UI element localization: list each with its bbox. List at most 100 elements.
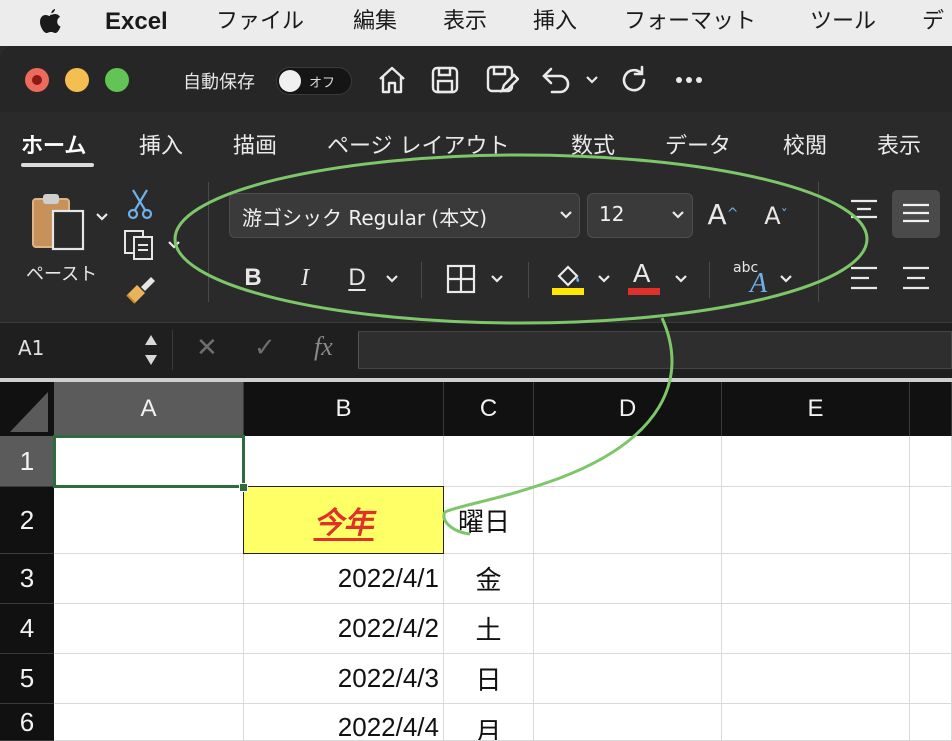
cell-e5[interactable]	[722, 654, 910, 704]
font-name-select[interactable]: 游ゴシック Regular (本文)	[229, 193, 580, 238]
row-header-6[interactable]: 6	[0, 704, 54, 741]
cell-c1[interactable]	[444, 436, 534, 487]
cell-c6[interactable]: 月	[444, 704, 534, 741]
row-header-5[interactable]: 5	[0, 654, 54, 704]
cell-a6[interactable]	[54, 704, 244, 741]
minimize-window-button[interactable]	[65, 68, 89, 92]
menu-insert[interactable]: 挿入	[533, 8, 577, 36]
save-icon[interactable]	[428, 62, 462, 98]
cell-f1[interactable]	[910, 436, 952, 487]
format-painter-icon[interactable]	[122, 272, 160, 306]
cell-b3[interactable]: 2022/4/1	[244, 554, 444, 604]
cell-e3[interactable]	[722, 554, 910, 604]
shrink-font-button[interactable]: Aˇ	[758, 199, 794, 233]
menu-tools[interactable]: ツール	[810, 8, 876, 36]
tab-draw[interactable]: 描画	[233, 128, 277, 160]
text-orientation-button[interactable]: abc A	[730, 258, 778, 299]
cell-e1[interactable]	[722, 436, 910, 487]
orientation-chevron-icon[interactable]	[778, 272, 794, 286]
cell-a2[interactable]	[54, 487, 244, 554]
paste-dropdown-chevron-icon[interactable]	[94, 210, 110, 224]
save-as-icon[interactable]	[483, 62, 521, 98]
font-name-chevron-icon[interactable]	[556, 207, 576, 223]
zoom-window-button[interactable]	[105, 68, 129, 92]
undo-icon[interactable]	[538, 62, 574, 98]
home-icon[interactable]	[375, 62, 409, 98]
underline-button[interactable]: D	[342, 262, 372, 294]
cancel-entry-button[interactable]: ✕	[196, 333, 218, 363]
borders-chevron-icon[interactable]	[489, 272, 505, 286]
borders-icon[interactable]	[444, 262, 478, 296]
cell-e6[interactable]	[722, 704, 910, 741]
copy-icon[interactable]	[121, 227, 159, 263]
cell-b5[interactable]: 2022/4/3	[244, 654, 444, 704]
tab-page-layout[interactable]: ページ レイアウト	[327, 128, 510, 160]
select-all-corner[interactable]	[0, 382, 54, 436]
name-box-stepper-icon[interactable]	[142, 330, 160, 370]
font-size-chevron-icon[interactable]	[668, 207, 688, 223]
tab-insert[interactable]: 挿入	[139, 128, 183, 160]
cell-a5[interactable]	[54, 654, 244, 704]
italic-button[interactable]: I	[290, 262, 320, 294]
cut-icon[interactable]	[126, 186, 154, 222]
column-header-f[interactable]	[910, 382, 952, 436]
cell-e4[interactable]	[722, 604, 910, 654]
row-header-2[interactable]: 2	[0, 487, 54, 554]
column-header-c[interactable]: C	[444, 382, 534, 436]
menu-app-name[interactable]: Excel	[105, 8, 168, 36]
tab-view[interactable]: 表示	[877, 128, 921, 160]
cell-a4[interactable]	[54, 604, 244, 654]
grow-font-button[interactable]: A ^	[704, 195, 742, 233]
font-color-chevron-icon[interactable]	[673, 272, 689, 286]
tab-formulas[interactable]: 数式	[571, 128, 615, 160]
row-header-1[interactable]: 1	[0, 436, 54, 487]
fill-color-chevron-icon[interactable]	[596, 272, 612, 286]
cell-b4[interactable]: 2022/4/2	[244, 604, 444, 654]
autosave-toggle[interactable]: オフ	[276, 67, 352, 95]
cell-d4[interactable]	[534, 604, 722, 654]
column-header-e[interactable]: E	[722, 382, 910, 436]
column-header-a[interactable]: A	[54, 382, 244, 436]
formula-input[interactable]	[358, 331, 952, 369]
cell-b2[interactable]: 今年	[243, 486, 444, 554]
row-header-4[interactable]: 4	[0, 604, 54, 654]
copy-dropdown-chevron-icon[interactable]	[166, 238, 182, 252]
apple-icon[interactable]	[36, 6, 64, 46]
cell-d5[interactable]	[534, 654, 722, 704]
cell-b1[interactable]	[244, 436, 444, 487]
cell-d3[interactable]	[534, 554, 722, 604]
cell-c5[interactable]: 日	[444, 654, 534, 704]
cell-d2[interactable]	[534, 487, 722, 554]
cell-c2[interactable]: 曜日	[444, 487, 534, 554]
redo-icon[interactable]	[616, 62, 652, 98]
align-left-icon[interactable]	[846, 262, 882, 294]
menu-format[interactable]: フォーマット	[624, 8, 756, 36]
column-header-b[interactable]: B	[244, 382, 444, 436]
menu-edit[interactable]: 編集	[353, 8, 397, 36]
font-color-button[interactable]: A	[628, 258, 662, 296]
bold-button[interactable]: B	[238, 262, 268, 294]
column-header-d[interactable]: D	[534, 382, 722, 436]
menu-file[interactable]: ファイル	[216, 8, 304, 36]
fill-color-icon[interactable]	[551, 260, 585, 296]
undo-dropdown-chevron-icon[interactable]	[582, 70, 602, 90]
cell-e2[interactable]	[722, 487, 910, 554]
cell-f5[interactable]	[910, 654, 952, 704]
cell-f3[interactable]	[910, 554, 952, 604]
fill-handle[interactable]	[239, 483, 248, 492]
underline-chevron-icon[interactable]	[384, 272, 400, 286]
more-icon[interactable]	[672, 66, 706, 94]
align-top-icon[interactable]	[846, 194, 882, 226]
paste-icon[interactable]	[28, 190, 90, 256]
tab-review[interactable]: 校閲	[783, 128, 827, 160]
align-middle-button[interactable]	[892, 190, 940, 238]
confirm-entry-button[interactable]: ✓	[254, 333, 276, 363]
row-header-3[interactable]: 3	[0, 554, 54, 604]
close-window-button[interactable]	[25, 68, 49, 92]
menu-data[interactable]: デ	[922, 8, 944, 36]
cell-d1[interactable]	[534, 436, 722, 487]
menu-view[interactable]: 表示	[443, 8, 487, 36]
cell-f6[interactable]	[910, 704, 952, 741]
name-box[interactable]: A1	[18, 336, 44, 360]
tab-home[interactable]: ホーム	[21, 128, 86, 160]
